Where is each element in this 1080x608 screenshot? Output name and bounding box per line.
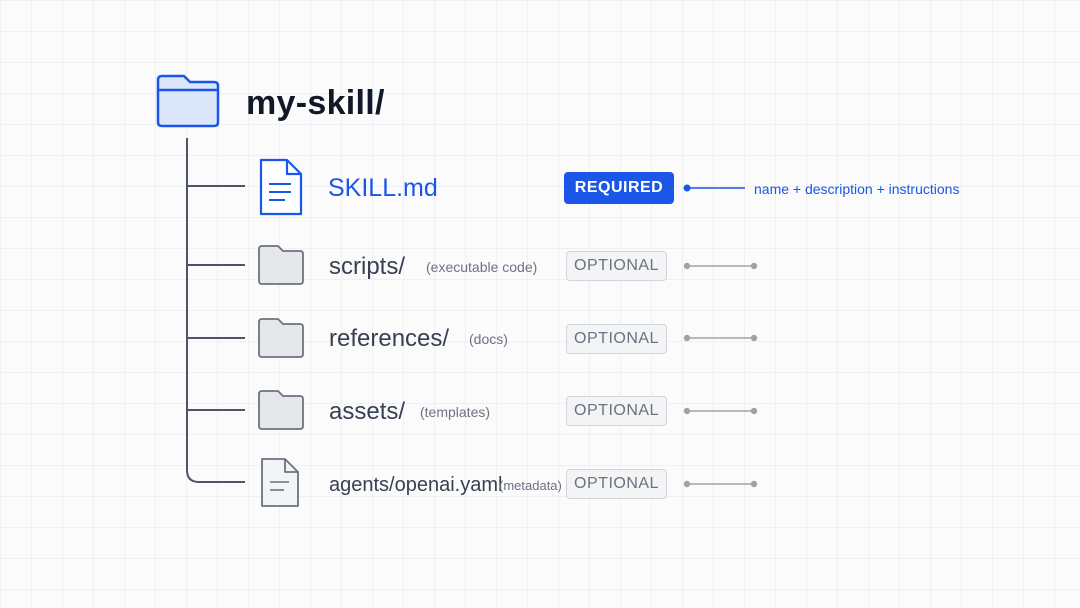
tree-diagram <box>156 74 758 507</box>
optional-badge: OPTIONAL <box>566 251 667 281</box>
references-note: (docs) <box>469 331 508 347</box>
scripts-note: (executable code) <box>426 259 538 275</box>
optional-badge: OPTIONAL <box>566 469 667 499</box>
root-folder-label: my-skill/ <box>246 84 385 122</box>
scripts-label: scripts/ <box>329 253 406 280</box>
optional-leader-line <box>683 334 758 342</box>
openai-yaml-document-icon <box>261 458 299 507</box>
required-leader-line <box>683 184 745 192</box>
references-label: references/ <box>329 325 450 352</box>
optional-leader-line <box>683 407 758 415</box>
optional-leader-line <box>683 480 758 488</box>
assets-note: (templates) <box>420 404 491 420</box>
scripts-folder-icon <box>258 245 304 285</box>
required-badge: REQUIRED <box>564 172 674 204</box>
assets-folder-icon <box>258 390 304 430</box>
skill-md-document-icon <box>259 158 303 216</box>
openai-yaml-label: agents/openai.yaml <box>329 474 503 496</box>
skill-md-description: name + description + instructions <box>754 181 960 197</box>
tree-trunk-line <box>186 138 245 483</box>
optional-badge: OPTIONAL <box>566 396 667 426</box>
root-folder-icon <box>156 74 220 128</box>
openai-yaml-note: (metadata) <box>499 478 562 493</box>
optional-leader-line <box>683 262 758 270</box>
skill-md-label: SKILL.md <box>328 174 438 202</box>
optional-badge: OPTIONAL <box>566 324 667 354</box>
assets-label: assets/ <box>329 398 406 425</box>
references-folder-icon <box>258 318 304 358</box>
